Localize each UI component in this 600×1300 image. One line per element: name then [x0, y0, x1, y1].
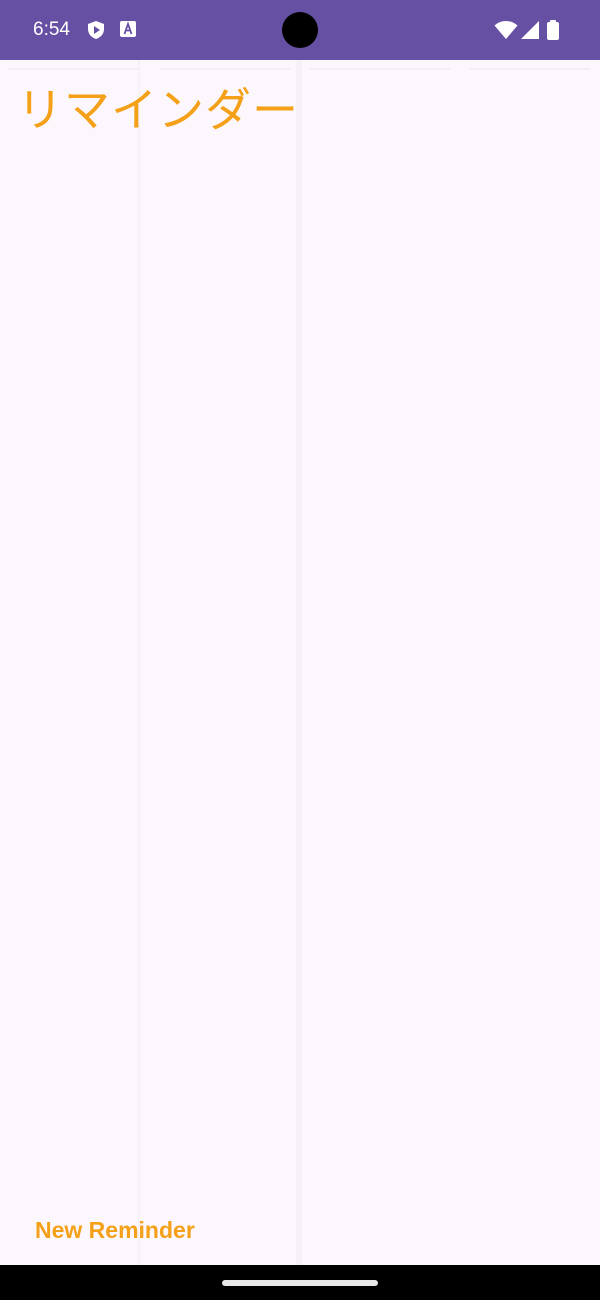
play-shield-icon [86, 20, 106, 40]
battery-icon [546, 20, 560, 40]
wifi-icon [494, 20, 518, 40]
status-time: 6:54 [33, 19, 70, 40]
background-guides [0, 60, 600, 1265]
page-title: リマインダー [17, 83, 299, 137]
navigation-bar [0, 1265, 600, 1300]
cell-signal-icon [520, 20, 540, 40]
keyboard-a-icon [119, 20, 139, 40]
status-bar: 6:54 [0, 0, 600, 60]
home-indicator[interactable] [222, 1280, 378, 1286]
new-reminder-button[interactable]: New Reminder [35, 1214, 195, 1246]
camera-cutout [282, 12, 318, 48]
app-screen: 6:54 リマインダー New Reminder [0, 0, 600, 1300]
